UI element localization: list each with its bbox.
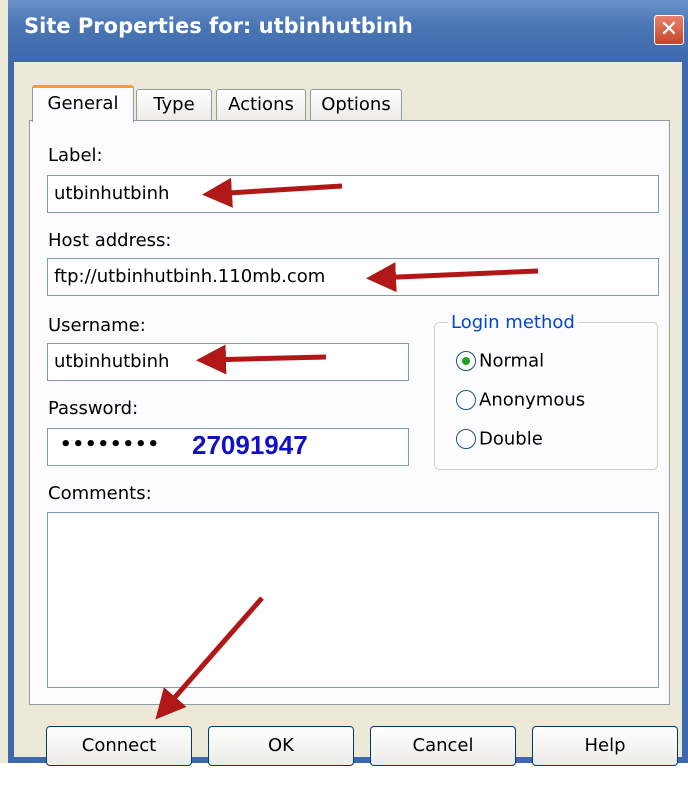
- host-address-value: ftp://utbinhutbinh.110mb.com: [54, 266, 326, 287]
- connect-button-label: Connect: [81, 735, 157, 756]
- site-properties-dialog: Site Properties for: utbinhutbinh ✕ Gene…: [0, 0, 688, 766]
- radio-double-circle: [456, 429, 476, 449]
- tab-options[interactable]: Options: [310, 89, 402, 121]
- radio-normal-label: Normal: [479, 350, 545, 372]
- host-address-input[interactable]: ftp://utbinhutbinh.110mb.com: [47, 258, 659, 296]
- tab-type-label: Type: [153, 94, 195, 115]
- title-bar[interactable]: Site Properties for: utbinhutbinh ✕: [8, 0, 688, 62]
- radio-normal-circle: [456, 351, 476, 371]
- cancel-button-label: Cancel: [412, 735, 474, 756]
- label-input-value: utbinhutbinh: [54, 183, 170, 204]
- radio-selected-dot: [462, 357, 470, 365]
- radio-anonymous-circle: [456, 390, 476, 410]
- close-button[interactable]: ✕: [654, 15, 684, 45]
- password-masked-value: ••••••••: [60, 434, 161, 455]
- ok-button[interactable]: OK: [208, 726, 354, 766]
- radio-normal[interactable]: Normal: [456, 350, 544, 372]
- connect-button[interactable]: Connect: [46, 726, 192, 766]
- password-caption: Password:: [48, 398, 139, 419]
- radio-double-label: Double: [479, 428, 543, 450]
- comments-caption: Comments:: [48, 483, 152, 504]
- host-address-caption: Host address:: [48, 230, 172, 251]
- tab-general-label: General: [47, 93, 119, 114]
- comments-textarea[interactable]: [47, 512, 659, 688]
- login-method-title: Login method: [448, 312, 578, 333]
- close-icon: ✕: [659, 17, 679, 42]
- radio-double[interactable]: Double: [456, 428, 543, 450]
- window-frame-left: [8, 62, 14, 763]
- username-input[interactable]: utbinhutbinh: [47, 343, 409, 381]
- radio-anonymous-label: Anonymous: [479, 389, 586, 411]
- radio-anonymous[interactable]: Anonymous: [456, 389, 585, 411]
- help-button[interactable]: Help: [532, 726, 678, 766]
- tab-type[interactable]: Type: [136, 89, 212, 121]
- label-input[interactable]: utbinhutbinh: [47, 175, 659, 213]
- window-frame-right: [682, 62, 688, 763]
- username-caption: Username:: [48, 315, 146, 336]
- label-caption: Label:: [48, 145, 103, 166]
- help-button-label: Help: [584, 735, 626, 756]
- tab-options-label: Options: [321, 94, 391, 115]
- window-title: Site Properties for: utbinhutbinh: [24, 14, 413, 38]
- tab-actions[interactable]: Actions: [216, 89, 306, 121]
- tab-general[interactable]: General: [32, 85, 134, 122]
- tab-actions-label: Actions: [228, 94, 294, 115]
- cancel-button[interactable]: Cancel: [370, 726, 516, 766]
- username-value: utbinhutbinh: [54, 351, 170, 372]
- password-revealed-annotation: 27091947: [192, 430, 308, 460]
- ok-button-label: OK: [268, 735, 294, 756]
